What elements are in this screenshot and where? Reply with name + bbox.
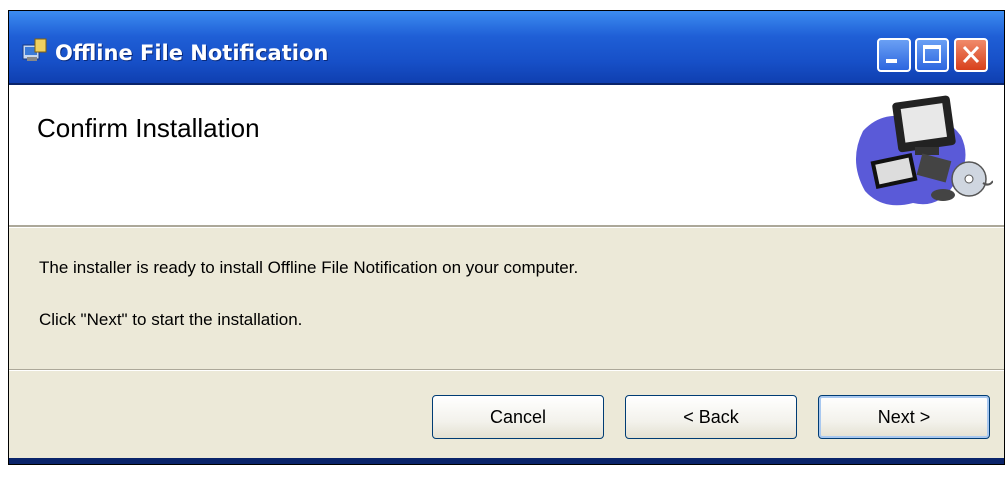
maximize-button[interactable] [915, 38, 949, 72]
minimize-button[interactable] [877, 38, 911, 72]
title-bar[interactable]: Offline File Notification [9, 11, 1004, 85]
back-button[interactable]: < Back [625, 395, 797, 439]
instruction-message: Click "Next" to start the installation. [39, 310, 303, 329]
header-panel: Confirm Installation [9, 85, 1004, 225]
window-frame-bottom [9, 458, 1004, 464]
close-button[interactable] [954, 38, 988, 72]
close-icon [962, 45, 980, 64]
next-button[interactable]: Next > [818, 395, 990, 439]
minimize-icon [886, 59, 897, 63]
installer-icon [22, 38, 47, 61]
content-panel: The installer is ready to install Offlin… [9, 228, 1004, 458]
ready-message: The installer is ready to install Offlin… [39, 258, 579, 277]
page-title: Confirm Installation [37, 113, 260, 143]
cancel-button[interactable]: Cancel [432, 395, 604, 439]
computer-illustration [855, 95, 993, 206]
window-title: Offline File Notification [55, 41, 329, 65]
button-divider [9, 369, 1004, 371]
installer-window: Offline File Notification Confirm Instal… [8, 10, 1005, 465]
maximize-icon [923, 45, 941, 63]
